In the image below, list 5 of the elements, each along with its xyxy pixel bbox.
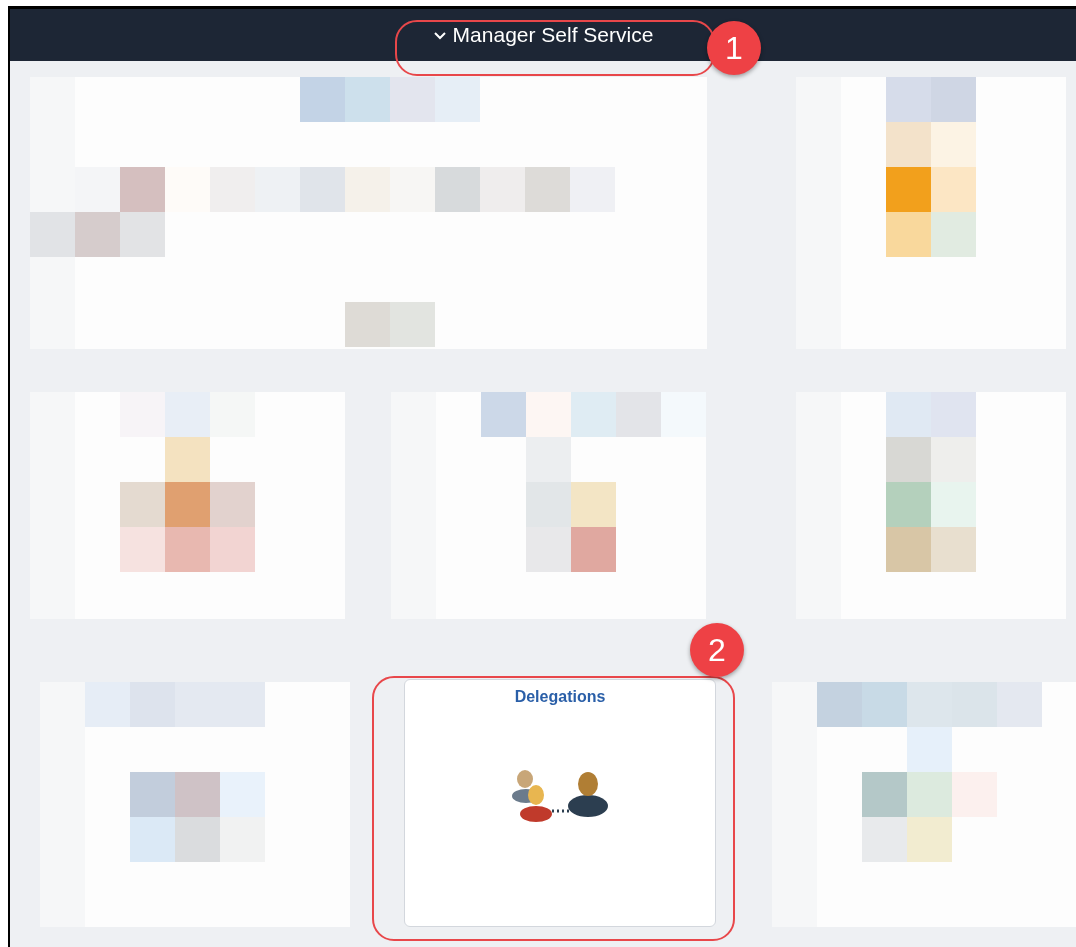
step-badge: 1 <box>707 21 761 75</box>
tile-title: Delegations <box>514 688 606 706</box>
delegations-tile[interactable]: Delegations <box>404 679 716 927</box>
section-toggle[interactable]: Manager Self Service <box>432 23 654 47</box>
step-badge: 2 <box>690 623 744 677</box>
